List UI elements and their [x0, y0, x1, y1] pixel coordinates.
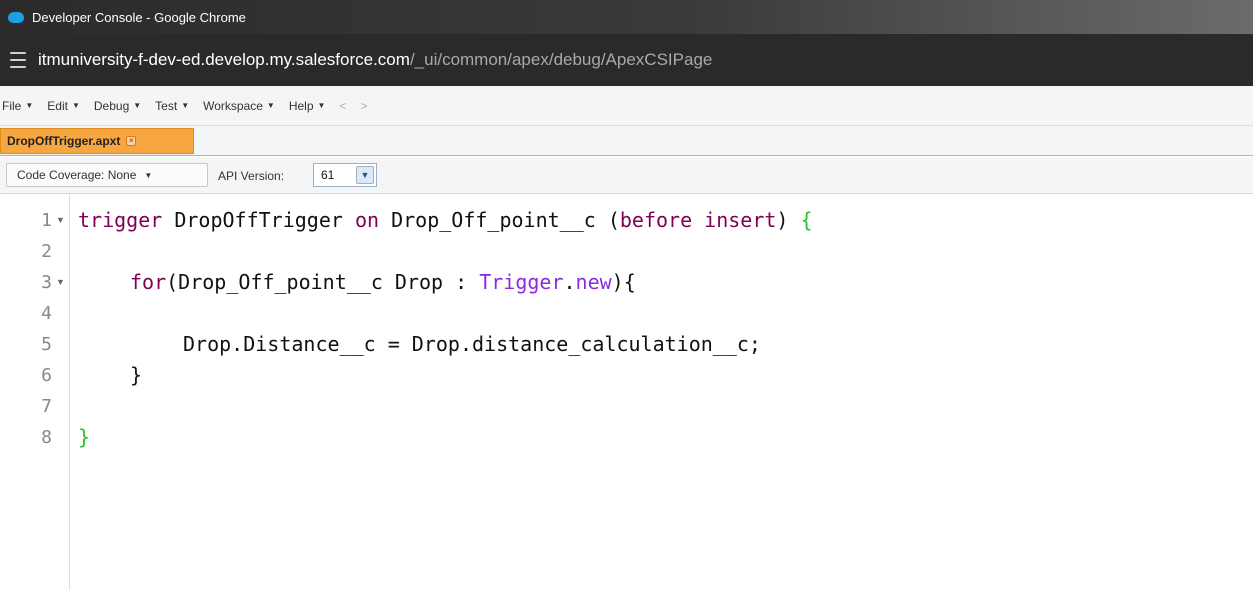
- line-number: 8: [41, 427, 52, 448]
- chevron-down-icon: ▼: [181, 101, 190, 110]
- line-number: 7: [41, 396, 52, 417]
- fold-arrow-icon[interactable]: ▼: [56, 267, 65, 298]
- line-number: 6: [41, 365, 52, 386]
- code-line-5: Drop.Distance__c = Drop.distance_calcula…: [183, 332, 761, 356]
- chevron-down-icon[interactable]: ▼: [356, 166, 374, 184]
- tab-label: DropOffTrigger.apxt: [7, 134, 121, 148]
- chevron-down-icon: ▼: [317, 101, 326, 110]
- chevron-down-icon: ▼: [266, 101, 275, 110]
- close-icon[interactable]: ×: [126, 136, 137, 146]
- menu-bar: File ▼ Edit ▼ Debug ▼ Test ▼ Workspace ▼ Help…: [0, 86, 1253, 126]
- salesforce-cloud-icon: [8, 11, 24, 23]
- line-number: 4: [41, 303, 52, 324]
- tab-dropofftrigger[interactable]: DropOffTrigger.apxt ×: [0, 128, 194, 154]
- nav-forward-button[interactable]: >: [360, 99, 367, 113]
- window-titlebar: Developer Console - Google Chrome: [0, 0, 1253, 34]
- code-coverage-label: Code Coverage: None: [17, 168, 137, 182]
- editor-tab-strip: DropOffTrigger.apxt ×: [0, 126, 1253, 156]
- address-bar[interactable]: itmuniversity-f-dev-ed.develop.my.salesf…: [0, 34, 1253, 86]
- editor-toolbar: Code Coverage: None ▼ API Version: 61 ▼: [0, 157, 1253, 194]
- window-title: Developer Console - Google Chrome: [32, 9, 246, 25]
- line-number-gutter: 1 ▼ 2 3 ▼ 4 5 6 7 8: [0, 194, 70, 590]
- chevron-down-icon: ▼: [71, 101, 80, 110]
- line-number: 5: [41, 334, 52, 355]
- code-coverage-dropdown[interactable]: Code Coverage: None ▼: [6, 163, 208, 187]
- menu-help[interactable]: Help ▼: [289, 99, 326, 113]
- code-line-3: for(Drop_Off_point__c Drop : Trigger.new…: [130, 270, 636, 294]
- site-settings-icon[interactable]: [10, 52, 26, 68]
- line-number: 3: [41, 272, 52, 293]
- url-path: /_ui/common/apex/debug/ApexCSIPage: [409, 50, 713, 69]
- fold-arrow-icon[interactable]: ▼: [56, 205, 65, 236]
- api-version-select[interactable]: 61 ▼: [313, 163, 377, 187]
- menu-debug[interactable]: Debug ▼: [94, 99, 141, 113]
- menu-file[interactable]: File ▼: [2, 99, 33, 113]
- api-version-value: 61: [321, 168, 335, 182]
- menu-workspace[interactable]: Workspace ▼: [203, 99, 275, 113]
- code-line-1: trigger DropOffTrigger on Drop_Off_point…: [78, 208, 813, 232]
- line-number: 2: [41, 241, 52, 262]
- nav-back-button[interactable]: <: [339, 99, 346, 113]
- code-line-6: }: [130, 363, 143, 387]
- chevron-down-icon: ▼: [25, 101, 34, 110]
- chevron-down-icon: ▼: [144, 170, 153, 180]
- url-host: itmuniversity-f-dev-ed.develop.my.salesf…: [38, 50, 410, 69]
- menu-test[interactable]: Test ▼: [155, 99, 189, 113]
- code-line-8: }: [78, 425, 91, 449]
- menu-edit[interactable]: Edit ▼: [47, 99, 80, 113]
- api-version-label: API Version:: [218, 169, 285, 183]
- line-number: 1: [41, 210, 52, 231]
- chevron-down-icon: ▼: [133, 101, 142, 110]
- code-editor[interactable]: 1 ▼ 2 3 ▼ 4 5 6 7 8 trigger DropOffTrigg…: [0, 194, 1253, 590]
